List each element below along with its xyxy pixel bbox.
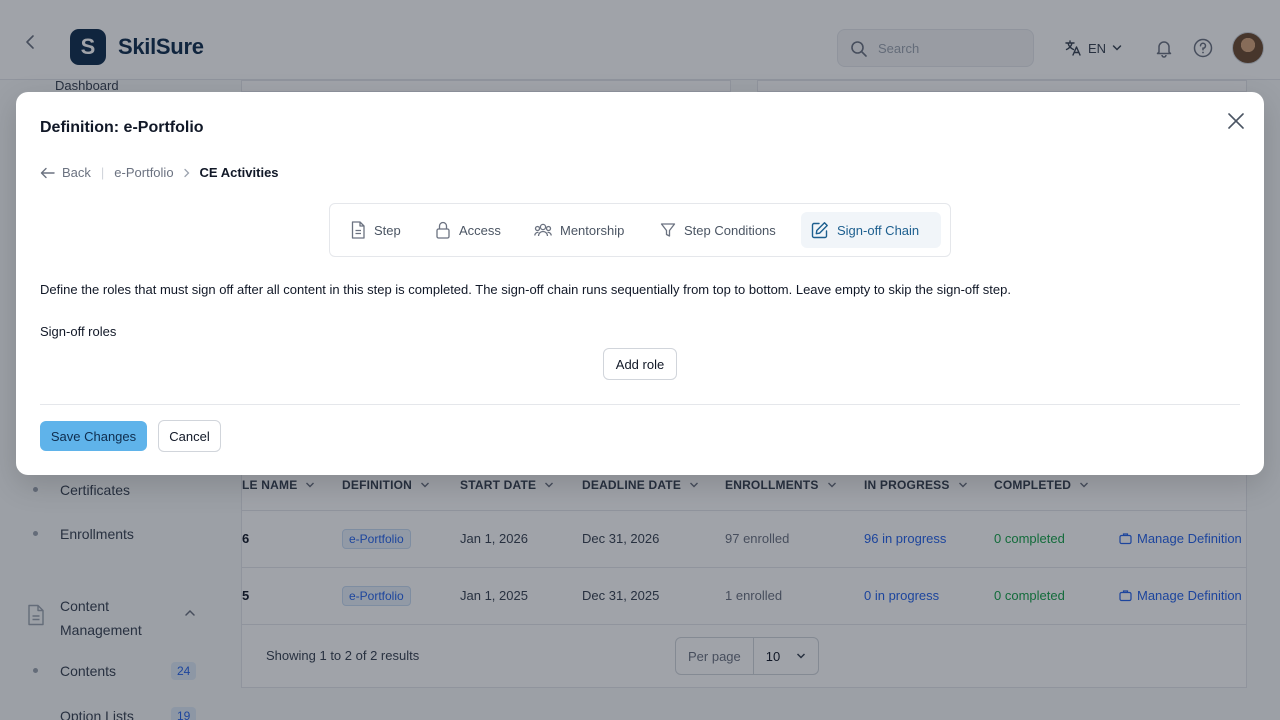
breadcrumb-parent[interactable]: e-Portfolio (114, 165, 173, 180)
divider (40, 404, 1240, 405)
sign-off-description: Define the roles that must sign off afte… (40, 282, 1011, 297)
close-icon[interactable] (1226, 111, 1246, 131)
tab-label: Sign-off Chain (837, 222, 920, 238)
breadcrumb-back-label: Back (62, 165, 91, 180)
add-role-button[interactable]: Add role (603, 348, 677, 380)
edit-icon (811, 222, 828, 239)
breadcrumb: Back | e-Portfolio CE Activities (40, 165, 279, 180)
tab-label: Step Conditions (684, 222, 776, 238)
breadcrumb-separator: | (100, 165, 105, 180)
cancel-button[interactable]: Cancel (158, 420, 221, 452)
tab-mentorship[interactable]: Mentorship (524, 212, 634, 248)
modal-title: Definition: e-Portfolio (40, 119, 204, 136)
tab-label: Access (459, 222, 501, 238)
tab-step[interactable]: Step (340, 212, 411, 248)
definition-modal: Definition: e-Portfolio Back | e-Portfol… (16, 92, 1264, 475)
tab-label: Mentorship (560, 222, 625, 238)
tab-step-conditions[interactable]: Step Conditions (650, 212, 786, 248)
step-tabs: Step Access Mentorship Step Conditions S… (329, 203, 951, 257)
users-icon (534, 223, 552, 237)
chevron-right-icon (183, 168, 191, 178)
lock-icon (436, 221, 450, 239)
tab-sign-off-chain[interactable]: Sign-off Chain (801, 212, 941, 248)
document-icon (351, 221, 365, 239)
arrow-left-icon (40, 167, 55, 178)
tab-access[interactable]: Access (425, 212, 511, 248)
tab-label: Step (374, 222, 401, 238)
filter-icon (660, 223, 676, 237)
breadcrumb-back[interactable]: Back (40, 165, 91, 180)
save-changes-button[interactable]: Save Changes (40, 421, 147, 451)
sign-off-roles-label: Sign-off roles (40, 324, 117, 339)
breadcrumb-current: CE Activities (199, 165, 279, 180)
